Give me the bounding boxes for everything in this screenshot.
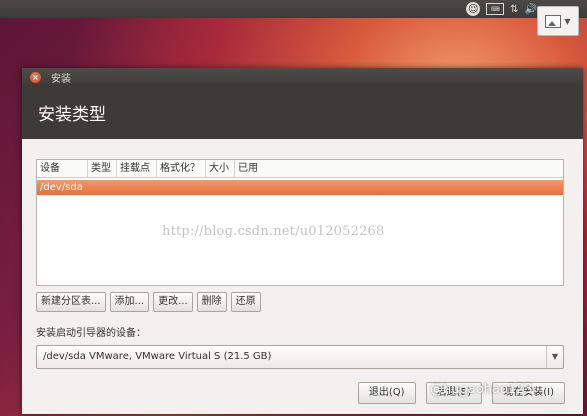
- revert-button[interactable]: 还原: [230, 292, 261, 312]
- delete-button[interactable]: 删除: [196, 292, 227, 312]
- dropdown-arrow-icon[interactable]: ▼: [546, 346, 563, 368]
- change-button[interactable]: 更改...: [153, 292, 193, 312]
- installer-window: × 安装 安装类型 设备 类型 挂载点 格式化？ 大小 已用 /dev/sda …: [22, 68, 583, 414]
- network-icon[interactable]: ⇅: [510, 2, 518, 16]
- corner-watermark: @hugaohao123: [430, 382, 533, 397]
- partition-button-row: 新建分区表... 添加... 更改... 删除 还原: [36, 292, 569, 312]
- image-toggle-button[interactable]: ▼: [537, 6, 579, 36]
- image-icon: [545, 14, 562, 28]
- column-header-format[interactable]: 格式化？: [157, 160, 206, 177]
- keyboard-icon[interactable]: ⌨: [486, 3, 505, 15]
- volume-icon[interactable]: 🔊: [525, 2, 537, 16]
- partition-table[interactable]: 设备 类型 挂载点 格式化？ 大小 已用 /dev/sda http://blo…: [36, 159, 564, 286]
- add-button[interactable]: 添加...: [109, 292, 150, 312]
- close-icon[interactable]: ×: [30, 71, 41, 83]
- column-header-mount-point[interactable]: 挂载点: [117, 160, 157, 177]
- page-title: 安装类型: [22, 86, 583, 139]
- column-header-size[interactable]: 大小: [206, 160, 235, 177]
- window-titlebar: × 安装: [22, 68, 583, 86]
- boot-loader-value: /dev/sda VMware, VMware Virtual S (21.5 …: [43, 351, 272, 362]
- column-header-device[interactable]: 设备: [37, 160, 88, 177]
- column-header-type[interactable]: 类型: [88, 160, 117, 177]
- chevron-down-icon: ▼: [564, 16, 571, 26]
- column-header-used[interactable]: 已用: [235, 160, 563, 177]
- watermark-text: http://blog.csdn.net/u012052268: [162, 224, 385, 239]
- table-row[interactable]: /dev/sda: [37, 180, 563, 195]
- new-partition-table-button[interactable]: 新建分区表...: [36, 292, 106, 312]
- accessibility-icon[interactable]: ☺: [466, 2, 481, 16]
- quit-button[interactable]: 退出(Q): [357, 382, 416, 404]
- window-title: 安装: [51, 73, 71, 85]
- boot-loader-select[interactable]: /dev/sda VMware, VMware Virtual S (21.5 …: [36, 345, 564, 369]
- top-panel: ☺ ⌨ ⇅ 🔊: [0, 0, 587, 18]
- boot-loader-label: 安装启动引导器的设备：: [36, 328, 146, 339]
- table-header: 设备 类型 挂载点 格式化？ 大小 已用: [37, 160, 563, 178]
- system-tray: ☺ ⌨ ⇅ 🔊: [466, 2, 537, 16]
